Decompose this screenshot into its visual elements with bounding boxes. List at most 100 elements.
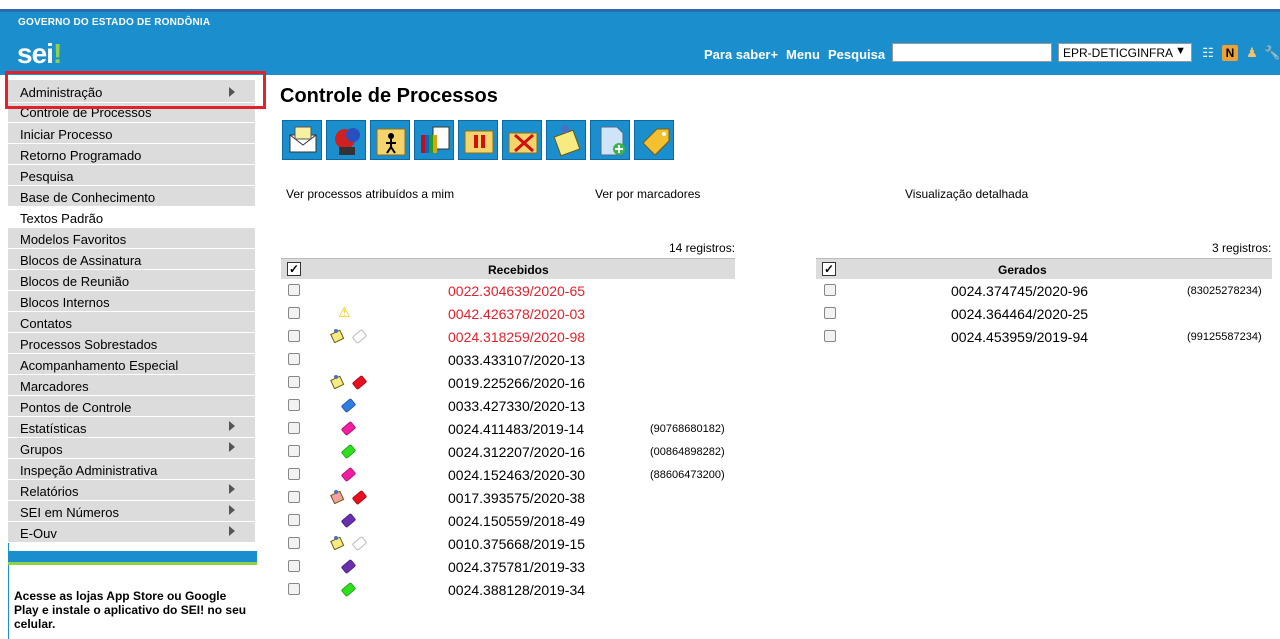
process-number-link[interactable]: 0024.375781/2019-33 <box>448 559 585 575</box>
select-all-received-checkbox[interactable]: ✓ <box>287 262 301 276</box>
sidebar-item-acompanhamento-especial[interactable]: Acompanhamento Especial <box>8 354 255 375</box>
sidebar-item-label: Textos Padrão <box>20 211 104 226</box>
row-checkbox[interactable] <box>288 399 300 411</box>
row-checkbox[interactable] <box>824 284 836 296</box>
send-mail-button[interactable] <box>282 120 322 160</box>
sidebar-item-label: Grupos <box>20 442 63 457</box>
process-number-link[interactable]: 0024.364464/2020-25 <box>951 306 1088 322</box>
wrench-icon[interactable]: 🔧 <box>1264 45 1280 61</box>
process-number-link[interactable]: 0017.393575/2020-38 <box>448 490 585 506</box>
marker-tag-icon[interactable] <box>340 558 357 575</box>
detalhada-link[interactable]: Visualização detalhada <box>905 187 1028 201</box>
marker-tag-icon[interactable] <box>340 397 357 414</box>
process-number-link[interactable]: 0024.453959/2019-94 <box>951 329 1088 345</box>
sidebar-item-modelos-favoritos[interactable]: Modelos Favoritos <box>8 228 255 249</box>
unit-select[interactable]: EPR-DETICGINFRA ▼ <box>1058 43 1192 62</box>
row-checkbox[interactable] <box>288 491 300 503</box>
sidebar-item-relatorios[interactable]: Relatórios <box>8 480 255 501</box>
n-icon[interactable]: N <box>1222 45 1238 61</box>
sidebar-item-base-conhecimento[interactable]: Base de Conhecimento <box>8 186 255 207</box>
search-input[interactable] <box>892 43 1052 62</box>
row-checkbox[interactable] <box>288 468 300 480</box>
process-extra-id: (88606473200) <box>650 469 725 481</box>
marker-tag-icon[interactable] <box>351 535 368 552</box>
row-checkbox[interactable] <box>288 560 300 572</box>
row-checkbox[interactable] <box>288 353 300 365</box>
sobrestar-button[interactable] <box>458 120 498 160</box>
row-checkbox[interactable] <box>288 330 300 342</box>
sidebar-item-grupos[interactable]: Grupos <box>8 438 255 459</box>
pesquisa-link[interactable]: Pesquisa <box>828 47 885 62</box>
process-number-link[interactable]: 0033.427330/2020-13 <box>448 398 585 414</box>
sidebar-item-contatos[interactable]: Contatos <box>8 312 255 333</box>
sidebar-item-iniciar-processo[interactable]: Iniciar Processo <box>8 123 255 144</box>
process-number-link[interactable]: 0024.388128/2019-34 <box>448 582 585 598</box>
row-checkbox[interactable] <box>288 422 300 434</box>
para-saber-link[interactable]: Para saber+ <box>704 47 778 62</box>
marker-tag-icon[interactable] <box>340 581 357 598</box>
sidebar-item-inspecao-administrativa[interactable]: Inspeção Administrativa <box>8 459 255 480</box>
user-icon[interactable]: ♟ <box>1244 45 1260 61</box>
annotation-icon[interactable] <box>330 374 345 392</box>
row-checkbox[interactable] <box>288 376 300 388</box>
marker-tag-icon[interactable] <box>351 328 368 345</box>
process-extra-id: (99125587234) <box>1187 331 1262 343</box>
marker-tag-icon[interactable] <box>351 489 368 506</box>
row-checkbox[interactable] <box>288 537 300 549</box>
sidebar-item-pontos-controle[interactable]: Pontos de Controle <box>8 396 255 417</box>
menu-link[interactable]: Menu <box>786 47 820 62</box>
marker-tag-icon[interactable] <box>340 466 357 483</box>
process-number-link[interactable]: 0024.150559/2018-49 <box>448 513 585 529</box>
sidebar-item-processos-sobrestados[interactable]: Processos Sobrestados <box>8 333 255 354</box>
sidebar-item-estatisticas[interactable]: Estatísticas <box>8 417 255 438</box>
assign-person-button[interactable] <box>370 120 410 160</box>
atribuidos-link[interactable]: Ver processos atribuídos a mim <box>286 187 454 201</box>
row-checkbox[interactable] <box>288 284 300 296</box>
tag-button[interactable] <box>634 120 674 160</box>
process-number-link[interactable]: 0024.312207/2020-16 <box>448 444 585 460</box>
row-checkbox[interactable] <box>824 330 836 342</box>
annotation-icon[interactable] <box>330 535 345 553</box>
process-number-link[interactable]: 0022.304639/2020-65 <box>448 283 585 299</box>
row-checkbox[interactable] <box>288 445 300 457</box>
marker-tag-icon[interactable] <box>351 374 368 391</box>
process-number-link[interactable]: 0024.318259/2020-98 <box>448 329 585 345</box>
sidebar-item-e-ouv[interactable]: E-Ouv <box>8 522 255 543</box>
select-all-generated-checkbox[interactable]: ✓ <box>822 262 836 276</box>
sidebar-item-marcadores[interactable]: Marcadores <box>8 375 255 396</box>
process-number-link[interactable]: 0024.411483/2019-14 <box>448 421 584 437</box>
sidebar-item-textos-padrao[interactable]: Textos Padrão <box>8 207 255 228</box>
new-document-button[interactable] <box>590 120 630 160</box>
marcadores-link[interactable]: Ver por marcadores <box>595 187 700 201</box>
process-number-link[interactable]: 0042.426378/2020-03 <box>448 306 585 322</box>
note-button[interactable] <box>546 120 586 160</box>
sidebar-item-blocos-reuniao[interactable]: Blocos de Reunião <box>8 270 255 291</box>
sidebar-item-pesquisa[interactable]: Pesquisa <box>8 165 255 186</box>
sei-logo[interactable]: sei! <box>17 38 62 70</box>
row-checkbox[interactable] <box>288 583 300 595</box>
page-title: Controle de Processos <box>280 85 498 107</box>
map-button[interactable] <box>326 120 366 160</box>
process-number-link[interactable]: 0033.433107/2020-13 <box>448 352 585 368</box>
process-number-link[interactable]: 0019.225266/2020-16 <box>448 375 585 391</box>
process-number-link[interactable]: 0010.375668/2019-15 <box>448 536 585 552</box>
process-number-link[interactable]: 0024.152463/2020-30 <box>448 467 585 483</box>
process-number-link[interactable]: 0024.374745/2020-96 <box>951 283 1088 299</box>
row-checkbox[interactable] <box>288 514 300 526</box>
marker-tag-icon[interactable] <box>340 420 357 437</box>
sidebar-item-blocos-assinatura[interactable]: Blocos de Assinatura <box>8 249 255 270</box>
sidebar-item-sei-numeros[interactable]: SEI em Números <box>8 501 255 522</box>
top-strip <box>0 0 1280 9</box>
annotation-icon[interactable] <box>330 328 345 346</box>
annotation-icon[interactable] <box>330 489 345 507</box>
warning-icon[interactable]: ⚠ <box>338 304 351 321</box>
row-checkbox[interactable] <box>824 307 836 319</box>
documents-button[interactable] <box>414 120 454 160</box>
cancel-button[interactable] <box>502 120 542 160</box>
list-icon[interactable]: ☷ <box>1200 45 1216 61</box>
marker-tag-icon[interactable] <box>340 443 357 460</box>
sidebar-item-blocos-internos[interactable]: Blocos Internos <box>8 291 255 312</box>
row-checkbox[interactable] <box>288 307 300 319</box>
marker-tag-icon[interactable] <box>340 512 357 529</box>
sidebar-item-retorno-programado[interactable]: Retorno Programado <box>8 144 255 165</box>
